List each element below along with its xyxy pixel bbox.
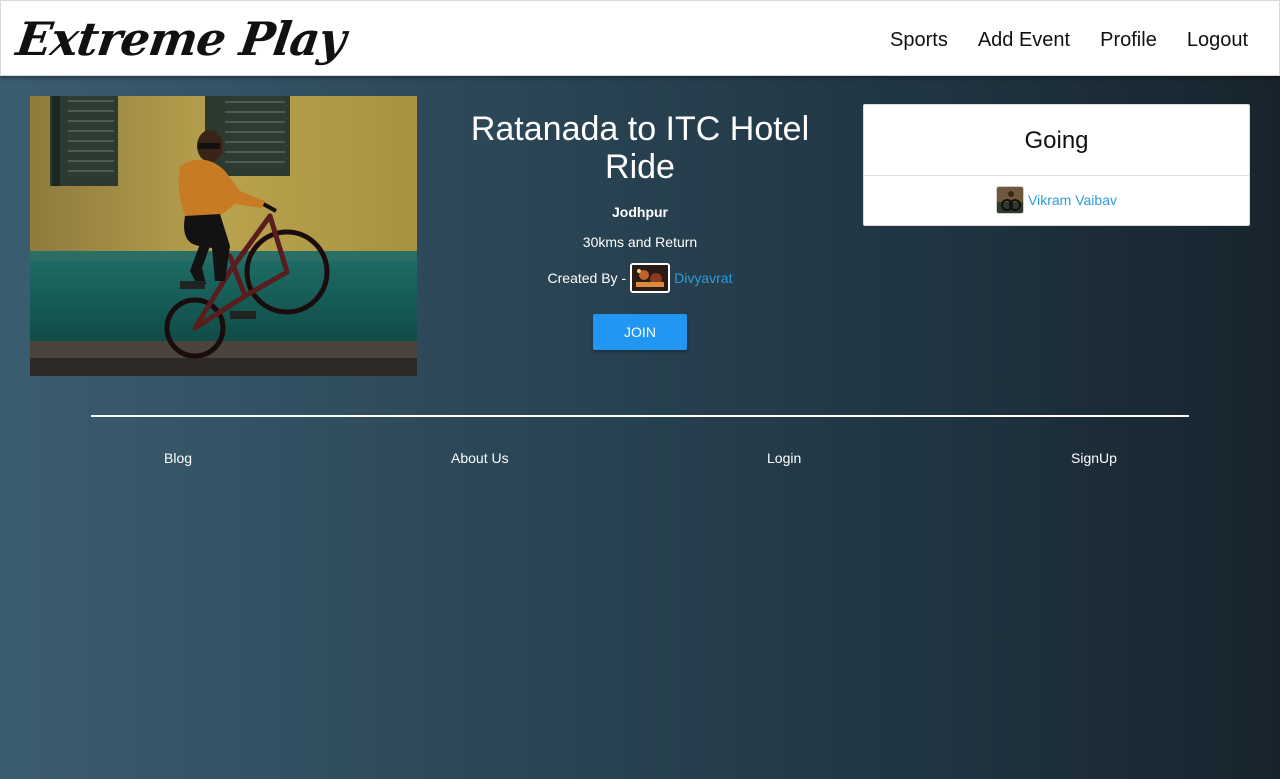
event-title: Ratanada to ITC Hotel Ride (470, 110, 810, 186)
attendee-item: Vikram Vaibav (864, 176, 1249, 224)
nav-links: Sports Add Event Profile Logout (890, 27, 1248, 53)
event-photo (30, 96, 417, 376)
join-button[interactable]: JOIN (593, 314, 687, 350)
nav-add-event-link[interactable]: Add Event (978, 27, 1070, 53)
attendee-name-link[interactable]: Vikram Vaibav (1028, 192, 1117, 208)
event-details: Ratanada to ITC Hotel Ride Jodhpur 30kms… (450, 110, 830, 350)
footer-blog-link[interactable]: Blog (164, 450, 192, 466)
attendee-avatar[interactable] (996, 186, 1025, 214)
footer-divider (91, 415, 1189, 417)
creator-name-link[interactable]: Divyavrat (674, 270, 732, 286)
going-card: Going Vikram Vaibav (863, 104, 1250, 226)
nav-sports-link[interactable]: Sports (890, 27, 948, 53)
brand-logo[interactable]: Extreme Play (13, 9, 349, 69)
event-description: 30kms and Return (582, 234, 698, 250)
event-location: Jodhpur (612, 204, 668, 220)
creator-avatar[interactable] (630, 263, 671, 293)
navbar: Extreme Play Sports Add Event Profile Lo… (0, 0, 1280, 76)
footer-about-link[interactable]: About Us (451, 450, 509, 466)
footer-signup-link[interactable]: SignUp (1071, 450, 1117, 466)
footer-login-link[interactable]: Login (767, 450, 801, 466)
nav-logout-link[interactable]: Logout (1187, 27, 1248, 53)
created-by-row: Created By - Divyavrat (450, 262, 830, 294)
going-title: Going (864, 105, 1249, 176)
created-by-label: Created By - (547, 270, 627, 286)
nav-profile-link[interactable]: Profile (1100, 27, 1157, 53)
